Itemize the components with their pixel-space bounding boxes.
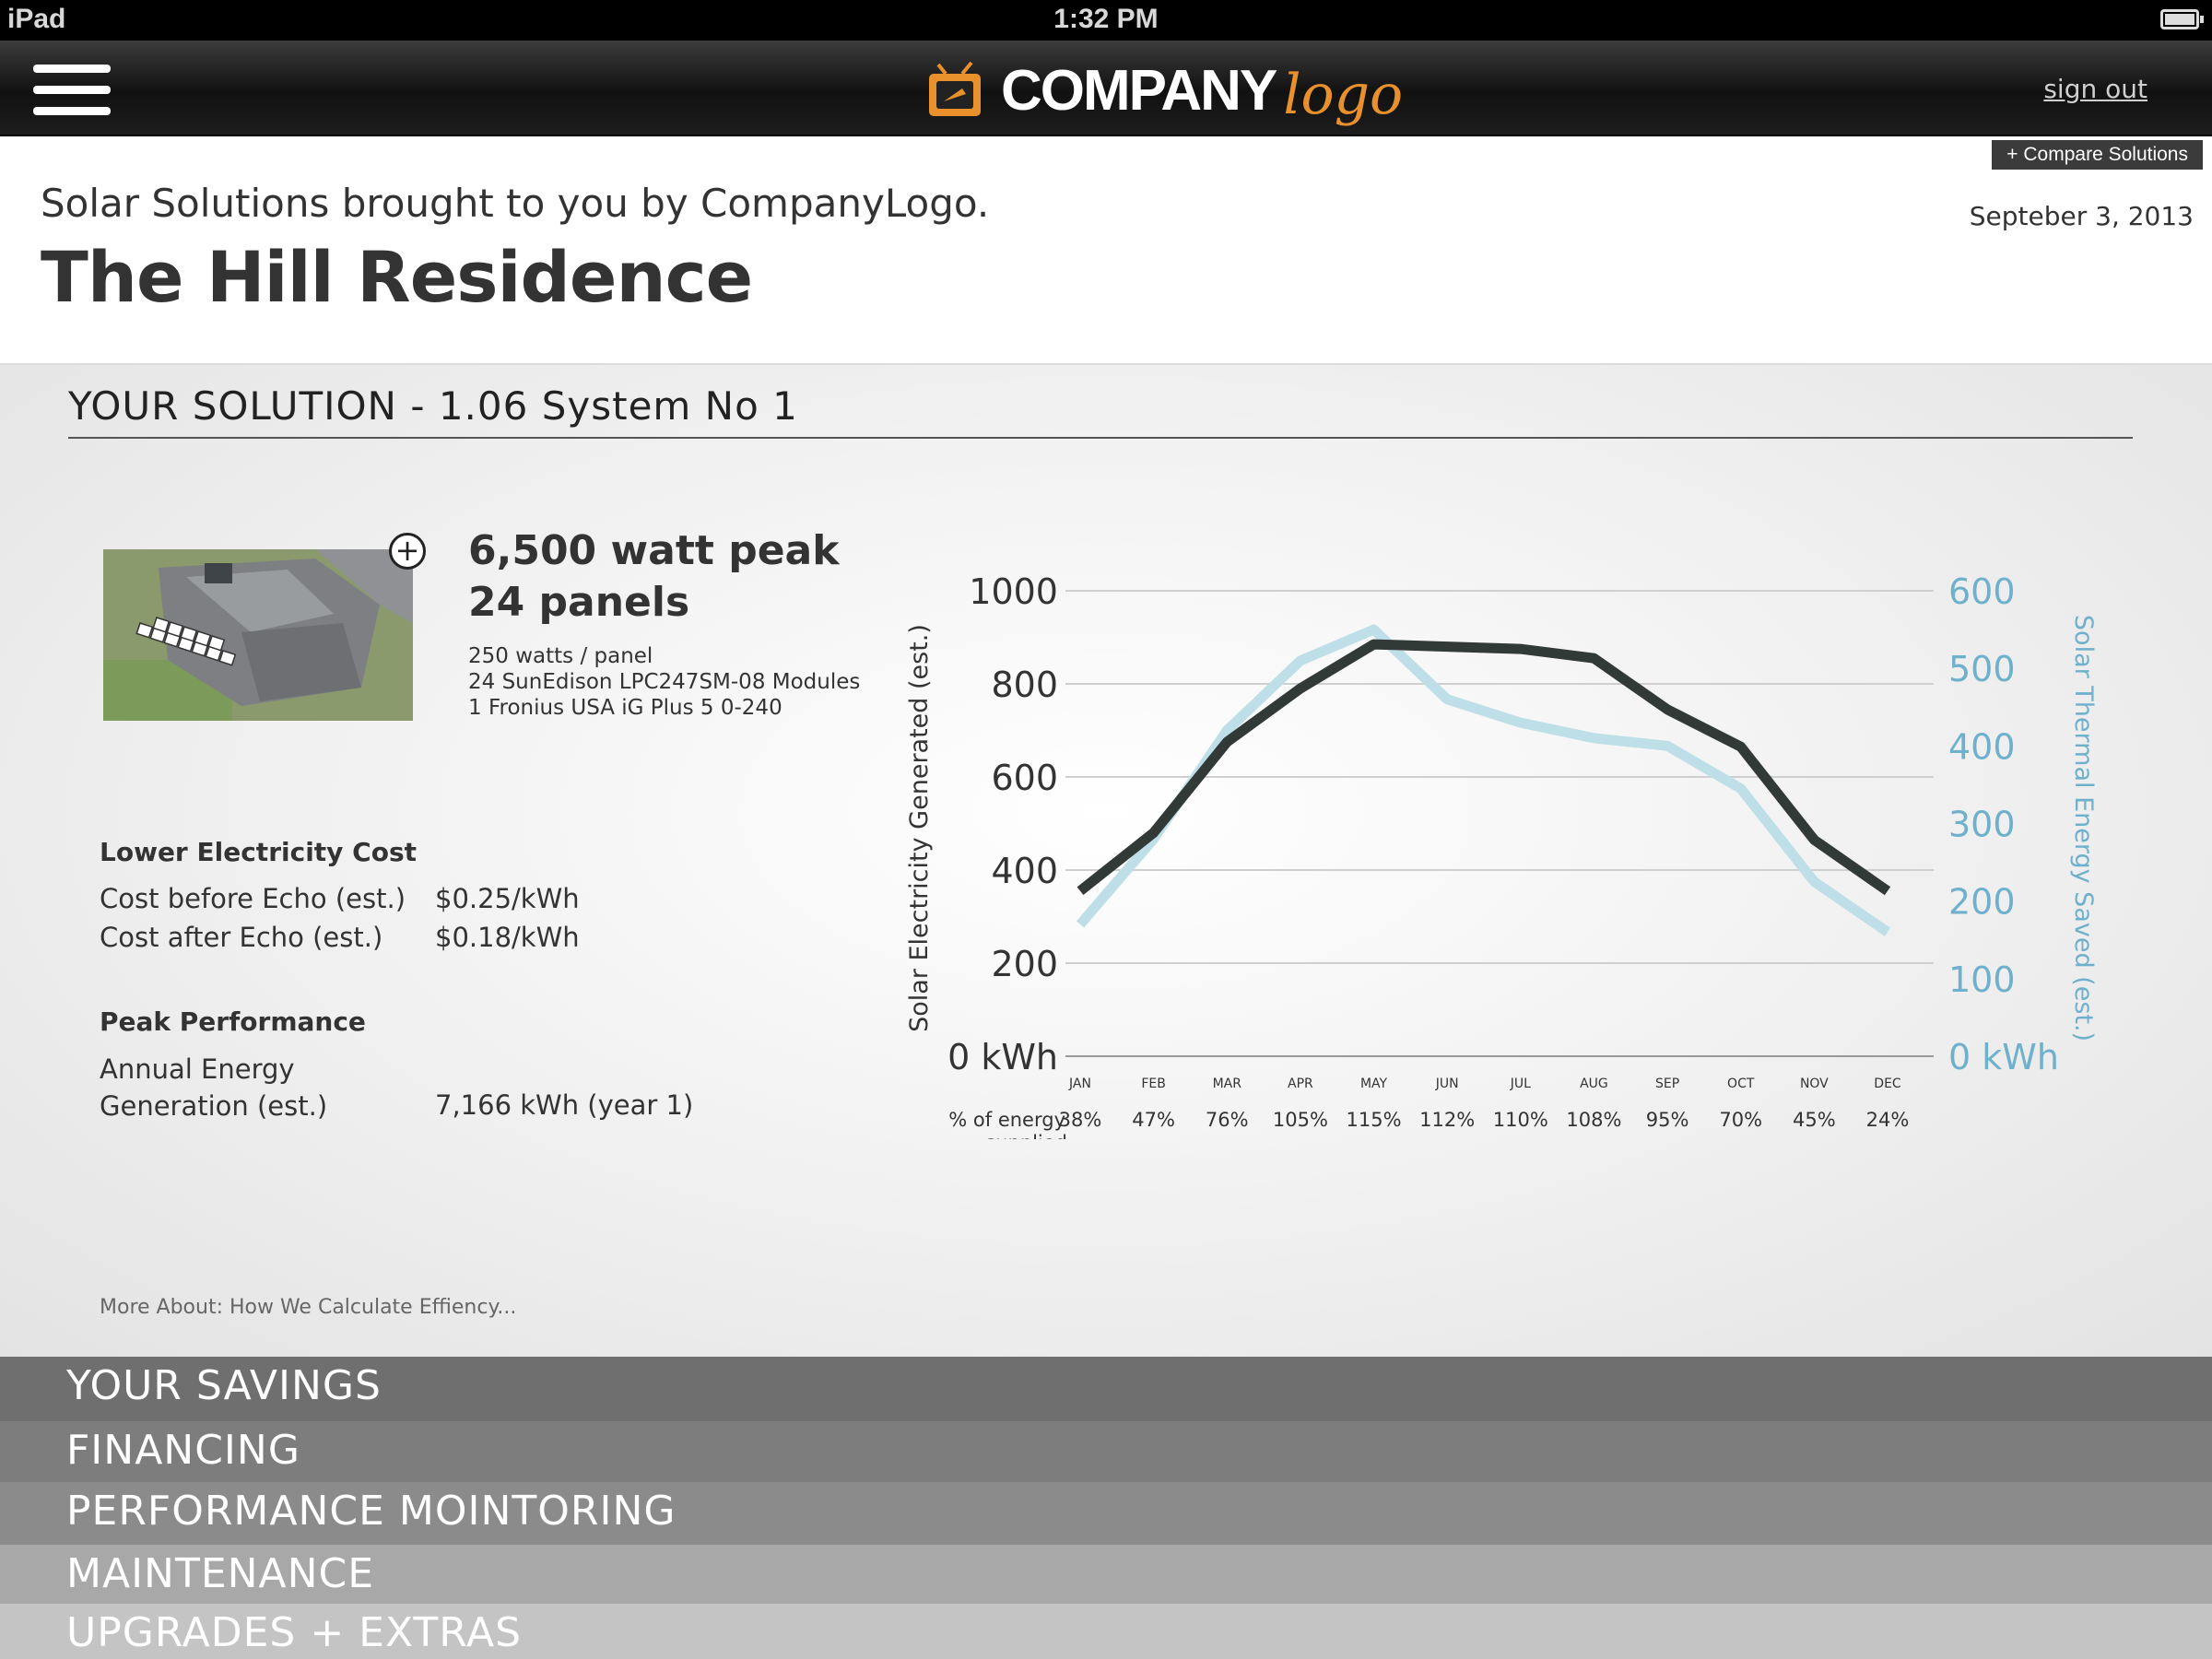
section-label: YOUR SAVINGS [66,1362,382,1409]
clock: 1:32 PM [1053,4,1159,34]
spec-line: 24 SunEdison LPC247SM-08 Modules [468,670,861,694]
y2-tick-label: 300 [1948,805,2016,845]
section-label: FINANCING [66,1427,300,1474]
percent-row-title: % of energy [948,1109,1065,1131]
x-tick-label: MAR [1213,1077,1242,1091]
section-your-savings[interactable]: YOUR SAVINGS [0,1357,2212,1421]
y-tick-label: 800 [991,665,1058,705]
cost-heading: Lower Electricity Cost [100,837,418,867]
section-label: MAINTENANCE [66,1550,375,1597]
cost-after-value: $0.18/kWh [435,922,580,953]
app-header: COMPANY logo sign out [0,41,2212,136]
section-financing[interactable]: FINANCING [0,1421,2212,1482]
spec-line: 250 watts / panel [468,644,653,668]
sign-out-link[interactable]: sign out [2043,74,2147,104]
compare-solutions-button[interactable]: + Compare Solutions [1992,140,2203,170]
date-label: Septeber 3, 2013 [1969,201,2194,231]
percent-label: 95% [1646,1109,1689,1131]
x-tick-label: NOV [1800,1077,1829,1091]
performance-value: 7,166 kWh (year 1) [435,1089,694,1121]
x-tick-label: FEB [1141,1077,1166,1091]
percent-label: 70% [1719,1109,1762,1131]
panel-count: 24 panels [468,579,690,626]
more-about-link[interactable]: More About: How We Calculate Effiency... [100,1296,516,1319]
cost-before-value: $0.25/kWh [435,883,580,914]
x-tick-label: JAN [1068,1077,1091,1091]
x-tick-label: AUG [1580,1077,1608,1091]
y-tick-label: 600 [991,758,1058,798]
menu-icon[interactable] [33,65,111,116]
section-label: UPGRADES + EXTRAS [66,1609,523,1656]
logo-script: logo [1283,63,1404,127]
percent-label: 112% [1419,1109,1475,1131]
status-bar: iPad 1:32 PM [0,0,2212,41]
cost-after-label: Cost after Echo (est.) [100,922,383,953]
percent-label: 76% [1206,1109,1249,1131]
electricity-series-line [1077,639,1891,896]
section-maintenance[interactable]: MAINTENANCE [0,1545,2212,1604]
x-tick-label: JUN [1435,1077,1459,1091]
percent-row-title: supplied [985,1132,1067,1139]
page-subtitle: Solar Solutions brought to you by Compan… [41,181,990,226]
x-tick-label: MAY [1360,1077,1388,1091]
y2-tick-label: 200 [1948,882,2016,923]
x-tick-label: OCT [1727,1077,1755,1091]
performance-heading: Peak Performance [100,1006,366,1037]
page-title: The Hill Residence [41,236,753,318]
section-performance-monitoring[interactable]: PERFORMANCE MOINTORING [0,1482,2212,1545]
percent-label: 105% [1273,1109,1328,1131]
x-tick-label: SEP [1655,1077,1679,1091]
x-tick-label: JUL [1510,1077,1531,1091]
battery-icon [2160,9,2204,29]
energy-chart: 0 kWh 200 400 600 800 1000 0 kWh 100 200 300 400 50… [905,571,2098,1139]
percent-label: 108% [1566,1109,1621,1131]
x-tick-label: DEC [1874,1077,1901,1091]
y2-tick-label: 400 [1948,726,2016,767]
y-axis-title: Solar Electricity Generated (est.) [905,624,934,1032]
roof-thumbnail[interactable] [103,549,413,721]
solution-title[interactable]: YOUR SOLUTION - 1.06 System No 1 [68,383,798,429]
divider [68,437,2133,439]
tv-logo-icon [929,61,981,116]
y2-tick-label: 500 [1948,649,2016,689]
spec-line: 1 Fronius USA iG Plus 5 0-240 [468,696,782,720]
watt-peak: 6,500 watt peak [468,527,840,574]
y-tick-label: 400 [991,851,1058,891]
section-label: PERFORMANCE MOINTORING [66,1488,677,1535]
cost-before-label: Cost before Echo (est.) [100,883,406,914]
section-upgrades-extras[interactable]: UPGRADES + EXTRAS [0,1604,2212,1659]
percent-label: 110% [1493,1109,1548,1131]
performance-label: Annual Energy Generation (est.) [100,1053,328,1122]
x-tick-label: APR [1288,1077,1313,1091]
percent-label: 24% [1866,1109,1910,1131]
percent-label: 45% [1793,1109,1836,1131]
percent-label: 115% [1347,1109,1402,1131]
y-tick-label: 1000 [969,571,1058,612]
zoom-plus-icon[interactable]: + [389,533,426,570]
solution-panel: YOUR SOLUTION - 1.06 System No 1 + 6,500… [0,363,2212,1357]
y-tick-label: 0 kWh [947,1037,1058,1077]
y2-tick-label: 100 [1948,959,2016,1000]
y2-tick-label: 0 kWh [1948,1037,2059,1077]
y2-tick-label: 600 [1948,571,2016,612]
logo-word: COMPANY [1001,58,1277,123]
y2-axis-title: Solar Thermal Energy Saved (est.) [2069,615,2098,1041]
percent-label: 47% [1132,1109,1175,1131]
y-tick-label: 200 [991,944,1058,984]
company-logo: COMPANY logo [925,46,1403,135]
spec-lines: 250 watts / panel 24 SunEdison LPC247SM-… [468,643,860,721]
